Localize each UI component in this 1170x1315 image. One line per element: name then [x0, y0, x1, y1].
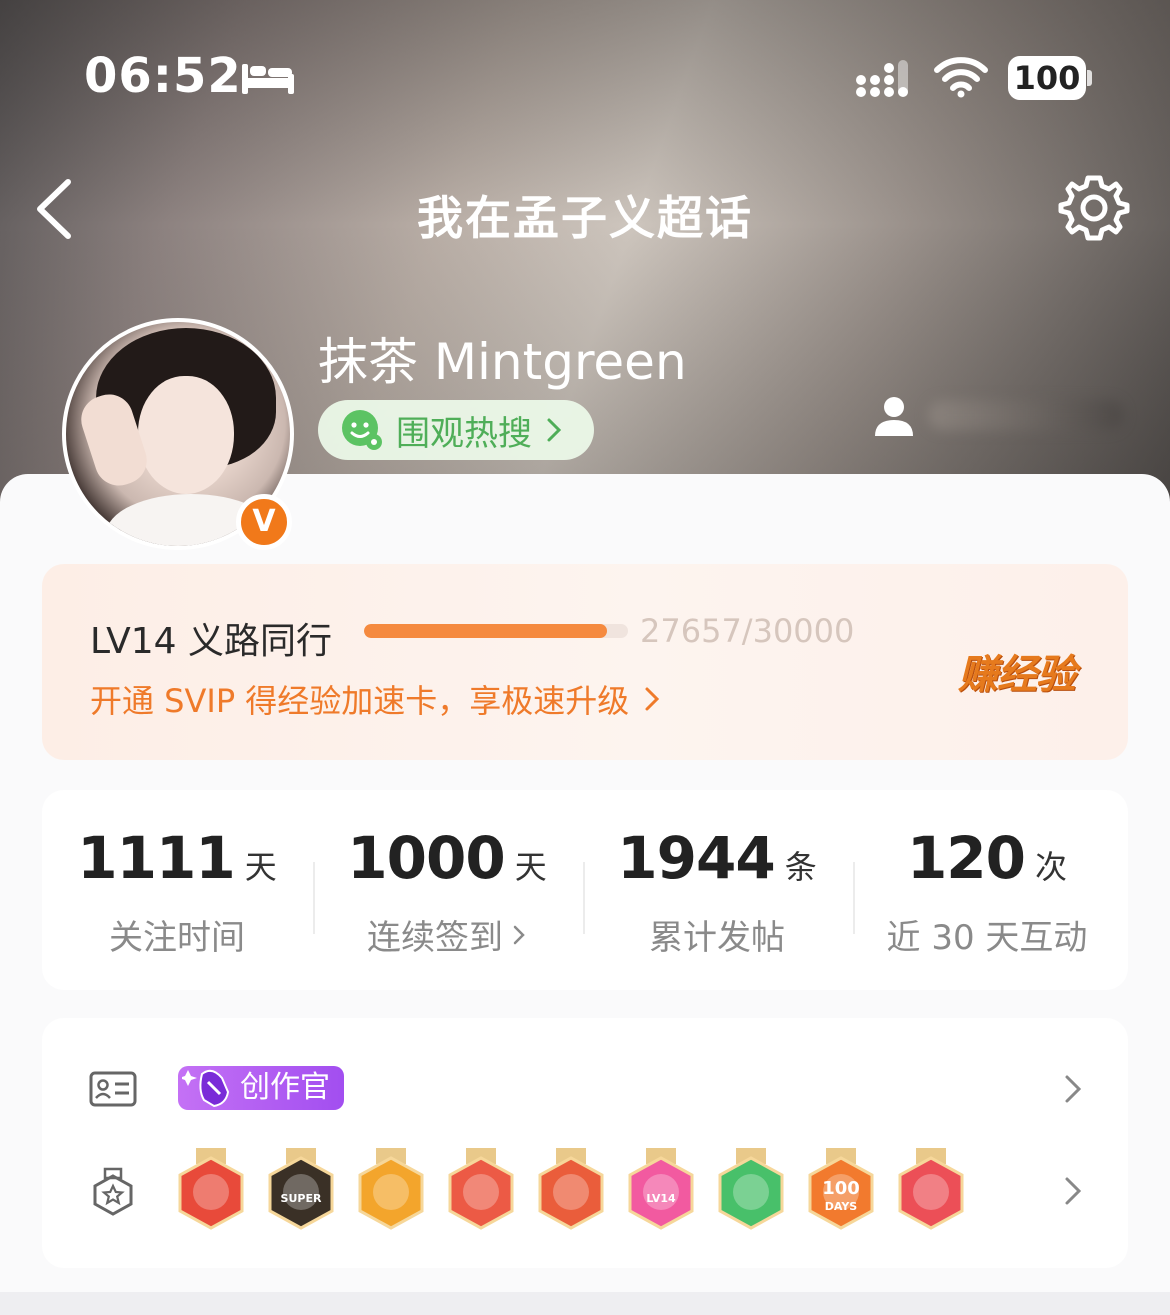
- sleep-focus-icon: [242, 64, 294, 94]
- status-time: 06:52: [84, 48, 242, 104]
- stat-label: 近 30 天互动: [886, 918, 1088, 958]
- stat-posts: 1944 条 累计发帖: [582, 824, 852, 959]
- creator-badge[interactable]: 创作官: [178, 1066, 344, 1110]
- stat-checkin-days[interactable]: 1000 天 连续签到: [312, 824, 582, 959]
- medal-label: 100: [822, 1178, 860, 1199]
- cat-red-medal-icon[interactable]: [446, 1148, 516, 1236]
- medal-label: DAYS: [825, 1200, 858, 1213]
- creator-badge-label: 创作官: [240, 1070, 330, 1105]
- svip-promo-text: 开通 SVIP 得经验加速卡，享极速升级: [90, 682, 630, 720]
- avatar-face: [138, 376, 234, 494]
- chevron-right-icon[interactable]: [1062, 1174, 1084, 1208]
- cellular-signal-icon: [856, 60, 908, 97]
- 100-days-medal-icon[interactable]: 100DAYS: [806, 1148, 876, 1236]
- chevron-right-icon[interactable]: [1062, 1072, 1084, 1106]
- stat-label: 连续签到: [367, 918, 503, 958]
- page-title: 我在孟子义超话: [417, 191, 753, 245]
- super-crown-medal-icon[interactable]: SUPER: [266, 1148, 336, 1236]
- chevron-right-icon: [513, 925, 525, 944]
- hot-search-button[interactable]: 围观热搜: [318, 400, 594, 460]
- stat-follow-days: 1111 天 关注时间: [42, 824, 312, 959]
- chevron-right-icon: [547, 418, 562, 442]
- stat-interactions: 120 次 近 30 天互动: [852, 824, 1122, 959]
- wifi-icon: [934, 57, 988, 98]
- gear-icon[interactable]: [1058, 172, 1130, 244]
- stat-value: 1111: [77, 824, 235, 892]
- blurred-text: [928, 400, 1124, 430]
- stat-value: 1000: [347, 824, 505, 892]
- verified-badge: V: [236, 494, 292, 550]
- bottom-strip: [0, 1292, 1170, 1315]
- stat-unit: 天: [514, 848, 547, 886]
- battery-indicator: 100: [1008, 56, 1092, 100]
- hand-medal-icon[interactable]: [716, 1148, 786, 1236]
- level-title: LV14 义路同行: [90, 621, 332, 662]
- stats-card: 1111 天 关注时间 1000 天 连续签到 1944 条 累计发帖 120 次 近 …: [42, 790, 1128, 990]
- medal-label: SUPER: [281, 1192, 322, 1205]
- gold-crown-medal-icon[interactable]: [356, 1148, 426, 1236]
- stat-unit: 条: [784, 848, 817, 886]
- medal-label: LV14: [646, 1192, 676, 1205]
- level-progress-fill: [364, 624, 608, 638]
- level-card[interactable]: LV14 义路同行 27657/30000 开通 SVIP 得经验加速卡，享极速…: [42, 564, 1128, 760]
- user-icon: [875, 397, 913, 436]
- chevron-right-icon: [645, 687, 660, 711]
- dragon-cat-medal-icon[interactable]: [536, 1148, 606, 1236]
- stat-unit: 次: [1035, 848, 1068, 886]
- hot-search-label: 围观热搜: [396, 413, 532, 454]
- cat-mascot-medal-icon[interactable]: [176, 1148, 246, 1236]
- smile-face-icon: [342, 410, 382, 450]
- status-bar: 06:52 100: [0, 0, 1170, 150]
- user-name: 抹茶 Mintgreen: [318, 333, 687, 391]
- svip-promo-link[interactable]: 开通 SVIP 得经验加速卡，享极速升级: [90, 676, 661, 722]
- stat-unit: 天: [244, 848, 277, 886]
- badges-card: 创作官 SUPER LV14 100 DAYS: [42, 1018, 1128, 1268]
- level-progress-text: 27657/30000: [640, 612, 855, 650]
- medal-icon: [93, 1167, 133, 1216]
- sparkle-hand-icon: [182, 1069, 230, 1108]
- id-card-icon: [89, 1071, 137, 1107]
- stat-value: 1944: [617, 824, 775, 892]
- battery-level: 100: [1008, 56, 1086, 100]
- trophy-medal-icon[interactable]: [896, 1148, 966, 1236]
- navigation-bar: 我在孟子义超话: [0, 160, 1170, 260]
- battery-cap: [1087, 70, 1092, 86]
- stat-label: 累计发帖: [649, 918, 785, 958]
- stat-label: 关注时间: [109, 918, 245, 958]
- stat-value: 120: [906, 824, 1026, 892]
- earn-experience-button[interactable]: 赚经验: [958, 642, 1076, 700]
- lv14-medal-icon[interactable]: LV14: [626, 1148, 696, 1236]
- level-progress-bar: [364, 624, 628, 638]
